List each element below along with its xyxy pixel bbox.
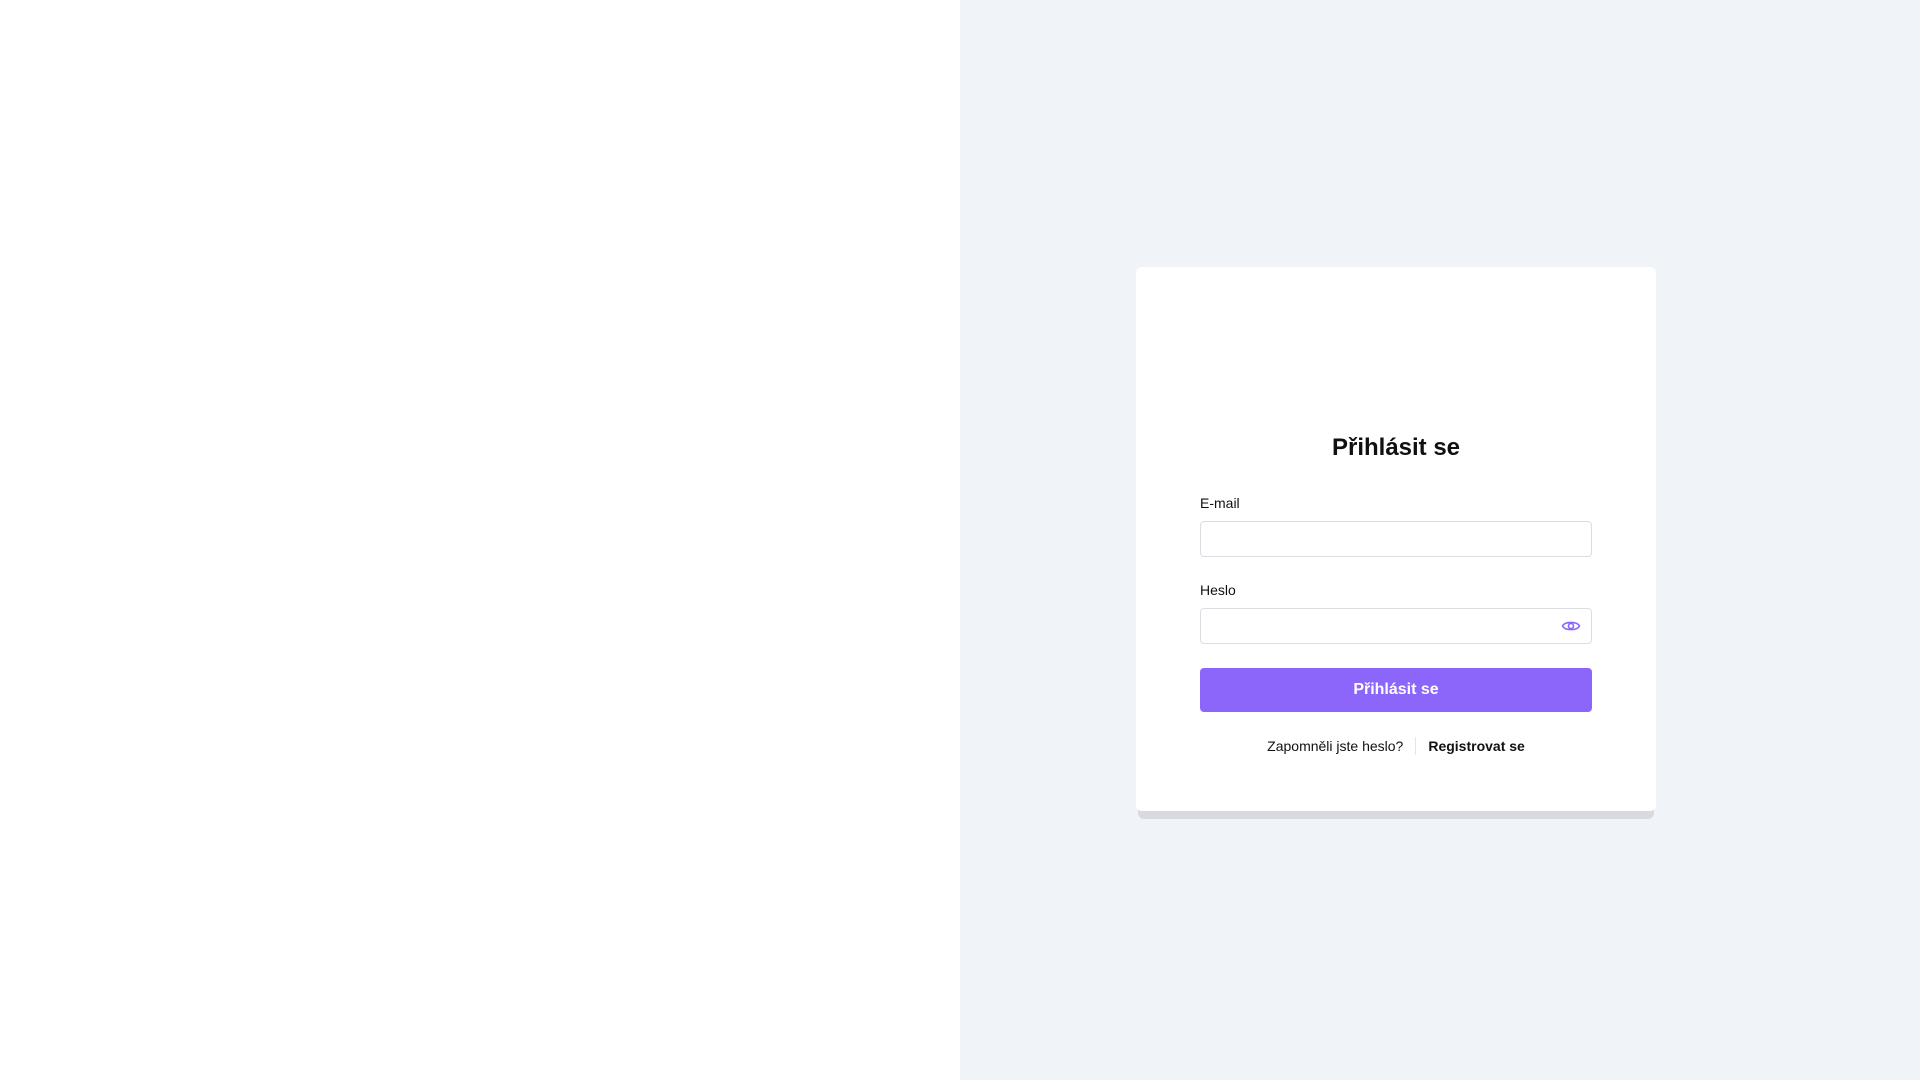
login-form: Přihlásit se E-mail Heslo Přihlásit se Z… [1200, 430, 1592, 755]
eye-icon-graphic [1561, 621, 1581, 631]
left-panel [0, 0, 960, 1080]
link-divider [1415, 737, 1417, 755]
page-title: Přihlásit se [1331, 434, 1461, 461]
login-card: Přihlásit se E-mail Heslo Přihlásit se Z… [1136, 267, 1656, 811]
email-field[interactable] [1201, 522, 1591, 556]
forgot-password-link[interactable]: Zapomněli jste heslo? [1267, 737, 1403, 755]
login-submit-button[interactable]: Přihlásit se [1200, 668, 1592, 712]
right-panel: Přihlásit se E-mail Heslo Přihlásit se Z… [960, 0, 1920, 1080]
login-page: Přihlásit se E-mail Heslo Přihlásit se Z… [0, 0, 1920, 1080]
password-field-wrapper [1200, 608, 1592, 644]
eye-icon[interactable] [1561, 618, 1581, 634]
email-label: E-mail [1200, 495, 1240, 511]
register-link[interactable]: Registrovat se [1428, 737, 1524, 755]
password-field[interactable] [1201, 609, 1591, 643]
email-field-wrapper [1200, 521, 1592, 557]
password-label: Heslo [1200, 582, 1236, 598]
auth-links: Zapomněli jste heslo? Registrovat se [1200, 737, 1592, 755]
